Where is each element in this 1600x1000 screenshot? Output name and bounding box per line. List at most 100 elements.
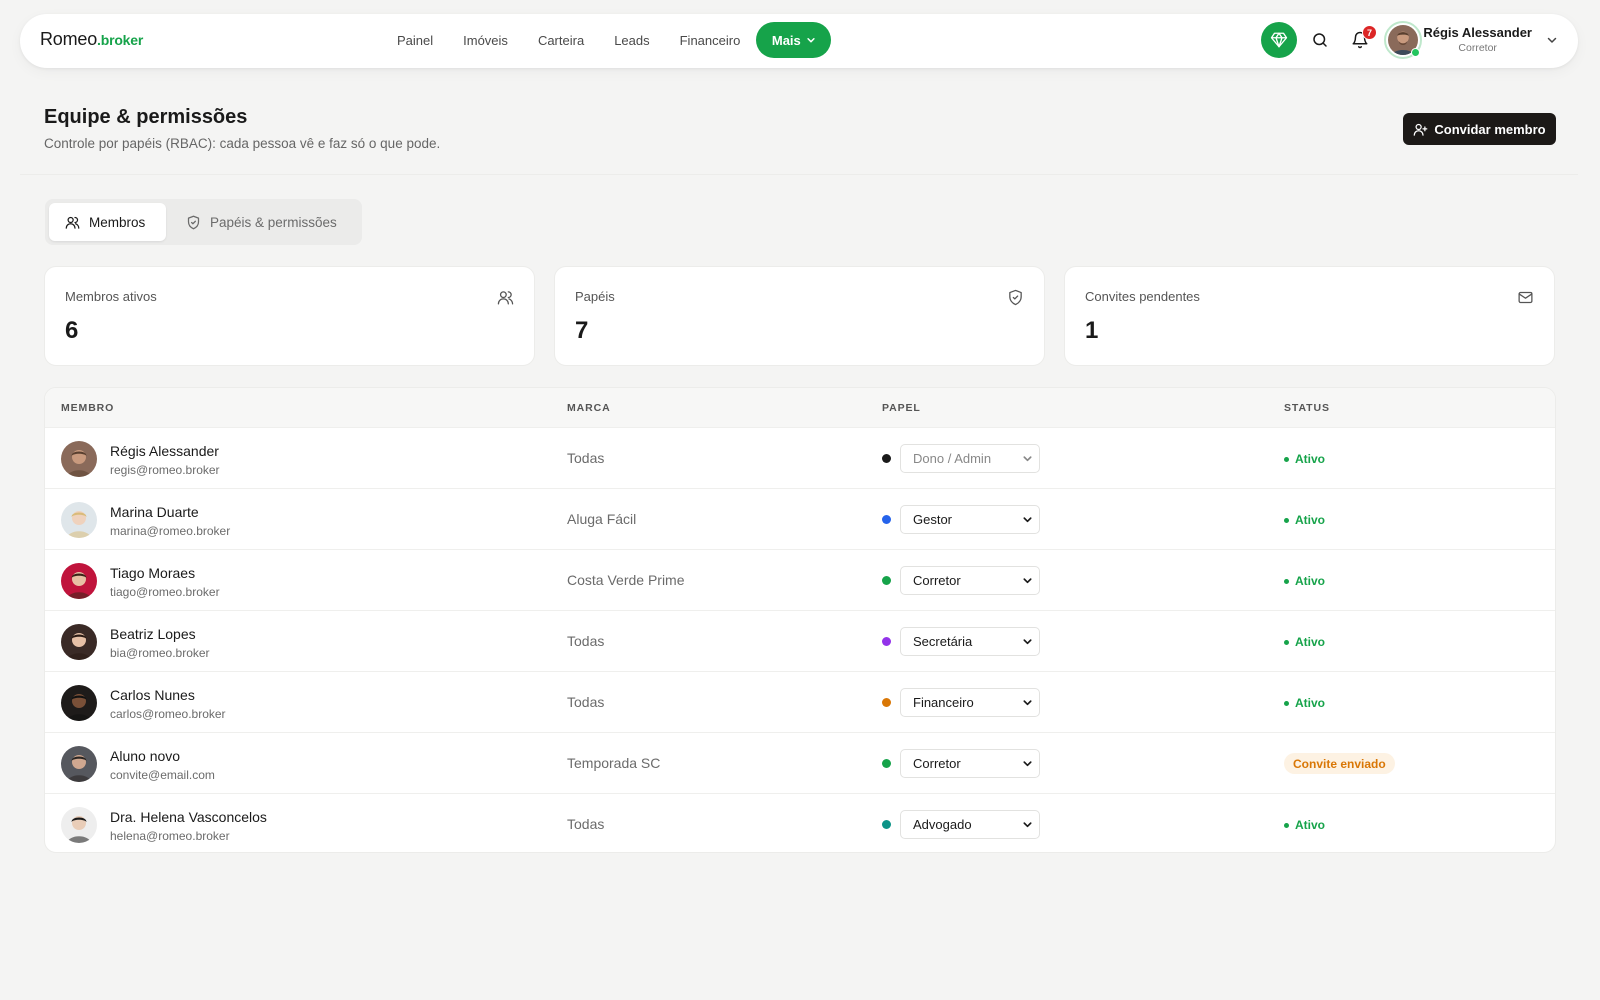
member-name: Aluno novo <box>110 748 181 764</box>
stat-card-active-members: Membros ativos 6 <box>44 266 535 366</box>
column-header-status: STATUS <box>1284 402 1330 414</box>
role-select-value: Gestor <box>913 512 953 527</box>
role-select[interactable]: Corretor <box>900 749 1040 778</box>
member-brand: Aluga Fácil <box>567 511 637 527</box>
role-select[interactable]: Corretor <box>900 566 1040 595</box>
column-header-brand: MARCA <box>567 402 611 414</box>
member-email: convite@email.com <box>110 768 215 782</box>
status-dot <box>1284 456 1289 462</box>
status-dot <box>1284 578 1289 584</box>
role-color-dot <box>882 576 891 585</box>
status-dot <box>1284 822 1289 828</box>
member-email: bia@romeo.broker <box>110 646 210 660</box>
invite-member-button[interactable]: Convidar membro <box>1403 113 1556 145</box>
member-brand: Costa Verde Prime <box>567 572 685 588</box>
member-name: Régis Alessander <box>110 443 219 459</box>
chevron-down-icon <box>1023 639 1032 645</box>
status-badge: Ativo <box>1284 574 1325 588</box>
status-badge: Ativo <box>1284 818 1325 832</box>
status-dot <box>1284 517 1289 523</box>
members-table: MEMBRO MARCA PAPEL STATUS Régis Alessand… <box>44 387 1556 853</box>
table-body: Régis Alessander regis@romeo.broker Todas D… <box>45 428 1555 852</box>
table-row: Carlos Nunes carlos@romeo.broker Todas Fina… <box>45 672 1555 733</box>
role-select[interactable]: Gestor <box>900 505 1040 534</box>
top-navigation-bar: Romeo.broker Painel Imóveis Carteira Lea… <box>20 14 1578 68</box>
tab-papeis-permissoes[interactable]: Papéis & permissões <box>170 203 353 241</box>
divider <box>20 174 1578 175</box>
table-row: Aluno novo convite@email.com Temporada SC C… <box>45 733 1555 794</box>
logo-text: Romeo <box>40 29 98 49</box>
nav-item-painel[interactable]: Painel <box>382 33 448 48</box>
avatar <box>61 563 97 599</box>
avatar <box>61 502 97 538</box>
avatar <box>61 441 97 477</box>
status-badge: Ativo <box>1284 513 1325 527</box>
avatar <box>61 685 97 721</box>
status-badge: Ativo <box>1284 696 1325 710</box>
member-email: regis@romeo.broker <box>110 463 220 477</box>
role-color-dot <box>882 515 891 524</box>
status-badge: Ativo <box>1284 452 1325 466</box>
invite-member-label: Convidar membro <box>1434 121 1546 137</box>
status-label: Ativo <box>1295 574 1325 588</box>
role-color-dot <box>882 759 891 768</box>
tab-label: Papéis & permissões <box>210 214 337 230</box>
role-select[interactable]: Financeiro <box>900 688 1040 717</box>
search-button[interactable] <box>1309 29 1331 51</box>
role-select-value: Corretor <box>913 573 961 588</box>
member-email: tiago@romeo.broker <box>110 585 220 599</box>
user-name: Régis Alessander <box>1423 25 1532 40</box>
stat-value: 6 <box>65 317 79 344</box>
role-select[interactable]: Secretária <box>900 627 1040 656</box>
stat-card-roles: Papéis 7 <box>554 266 1045 366</box>
gem-icon <box>1270 32 1288 48</box>
logo-domain-text: .broker <box>97 32 144 48</box>
chevron-down-icon <box>1023 822 1032 828</box>
chevron-down-icon <box>1023 578 1032 584</box>
member-name: Marina Duarte <box>110 504 199 520</box>
role-select-value: Financeiro <box>913 695 974 710</box>
chevron-down-icon[interactable] <box>1546 34 1558 46</box>
role-select-value: Dono / Admin <box>913 451 992 466</box>
brand-logo[interactable]: Romeo.broker <box>40 29 143 50</box>
role-color-dot <box>882 698 891 707</box>
member-brand: Todas <box>567 450 605 466</box>
stat-label: Papéis <box>575 289 615 304</box>
notifications-button[interactable]: 7 <box>1349 25 1377 51</box>
role-color-dot <box>882 820 891 829</box>
stat-label: Convites pendentes <box>1085 289 1200 304</box>
nav-item-carteira[interactable]: Carteira <box>523 33 599 48</box>
main-nav: Painel Imóveis Carteira Leads Financeiro… <box>382 22 832 58</box>
user-plus-icon <box>1414 123 1428 136</box>
tab-membros[interactable]: Membros <box>49 203 166 241</box>
users-icon <box>497 291 514 305</box>
nav-item-financeiro[interactable]: Financeiro <box>665 33 756 48</box>
mail-icon <box>1518 291 1533 304</box>
avatar <box>61 746 97 782</box>
user-info[interactable]: Régis Alessander Corretor <box>1423 25 1532 54</box>
nav-more-dropdown[interactable]: Mais <box>756 22 832 58</box>
role-select-value: Advogado <box>913 817 972 832</box>
chevron-down-icon <box>807 38 815 43</box>
member-brand: Temporada SC <box>567 755 661 771</box>
user-avatar-button[interactable] <box>1384 21 1422 59</box>
table-row: Régis Alessander regis@romeo.broker Todas D… <box>45 428 1555 489</box>
role-select[interactable]: Advogado <box>900 810 1040 839</box>
chevron-down-icon <box>1023 700 1032 706</box>
shield-icon <box>187 215 200 229</box>
status-label: Ativo <box>1295 818 1325 832</box>
nav-item-imoveis[interactable]: Imóveis <box>448 33 523 48</box>
member-email: marina@romeo.broker <box>110 524 231 538</box>
status-badge: Ativo <box>1284 635 1325 649</box>
table-row: Marina Duarte marina@romeo.broker Aluga Fá… <box>45 489 1555 550</box>
member-name: Beatriz Lopes <box>110 626 196 642</box>
premium-button[interactable] <box>1261 22 1297 58</box>
notification-count-badge: 7 <box>1362 25 1377 40</box>
nav-item-leads[interactable]: Leads <box>599 33 664 48</box>
member-brand: Todas <box>567 694 605 710</box>
role-color-dot <box>882 637 891 646</box>
role-select-value: Secretária <box>913 634 973 649</box>
role-select: Dono / Admin <box>900 444 1040 473</box>
member-name: Dra. Helena Vasconcelos <box>110 809 267 825</box>
users-icon <box>65 216 80 229</box>
